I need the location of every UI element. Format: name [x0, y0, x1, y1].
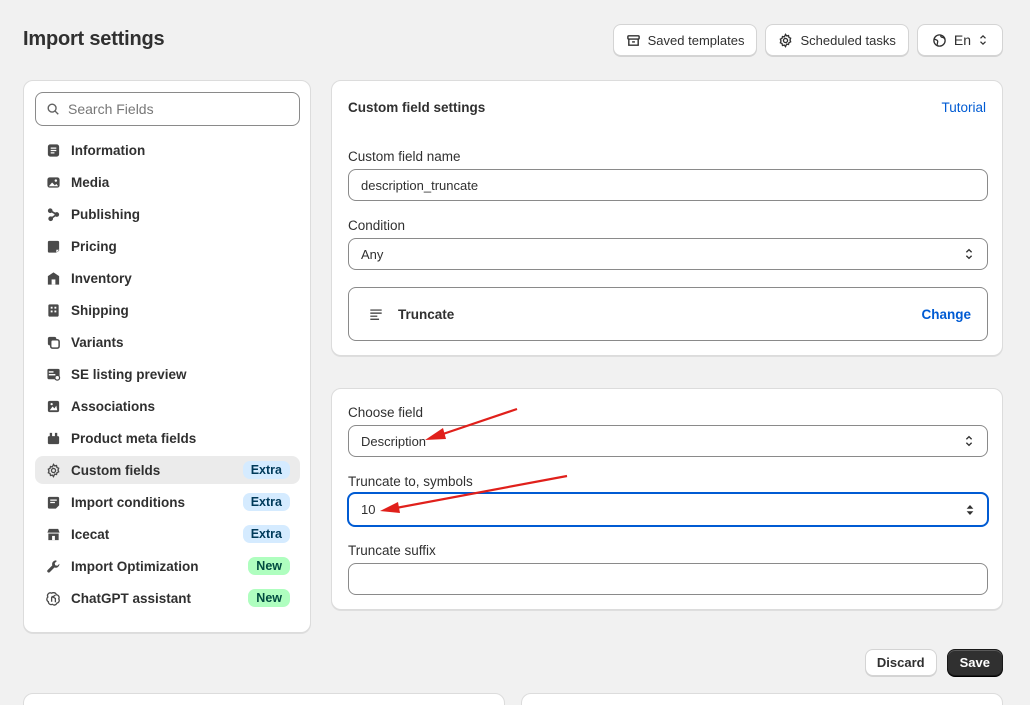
chevron-updown-icon	[965, 248, 973, 260]
language-select[interactable]: En	[916, 24, 1003, 56]
sidebar-item-se-listing-preview[interactable]: SE listing preview	[35, 360, 300, 388]
sidebar-nav: Information Media Publishing Pricing Inv…	[35, 136, 300, 616]
text-align-icon	[370, 309, 382, 320]
gear-icon	[45, 462, 61, 478]
custom-field-name-input[interactable]: description_truncate	[348, 169, 988, 201]
truncate-to-value: 10	[361, 502, 376, 517]
sidebar-item-media[interactable]: Media	[35, 168, 300, 196]
sidebar-item-import-conditions[interactable]: Import conditions Extra	[35, 488, 300, 516]
form-actions: Discard Save	[864, 649, 1003, 676]
truncate-to-label: Truncate to, symbols	[348, 474, 473, 489]
meta-fields-icon	[45, 430, 61, 446]
sidebar-item-import-optimization[interactable]: Import Optimization New	[35, 552, 300, 580]
change-link[interactable]: Change	[921, 307, 971, 322]
tutorial-link[interactable]: Tutorial	[941, 100, 986, 115]
choose-field-value: Description	[361, 433, 427, 449]
gear-icon	[779, 32, 792, 48]
stepper-icon[interactable]	[965, 503, 975, 517]
publishing-icon	[45, 206, 61, 222]
archive-icon	[626, 34, 640, 46]
custom-field-name-label: Custom field name	[348, 149, 461, 164]
sidebar-item-variants[interactable]: Variants	[35, 328, 300, 356]
icecat-icon	[45, 526, 61, 542]
media-icon	[45, 174, 61, 190]
condition-value: Any	[361, 246, 384, 262]
sidebar-item-shipping[interactable]: Shipping	[35, 296, 300, 324]
variants-icon	[45, 334, 61, 350]
shipping-icon	[45, 302, 61, 318]
truncate-suffix-input[interactable]	[348, 563, 988, 595]
sidebar-item-custom-fields[interactable]: Custom fields Extra	[35, 456, 300, 484]
globe-icon	[933, 33, 946, 47]
information-icon	[45, 142, 61, 158]
truncate-action-box: Truncate Change	[348, 287, 988, 341]
scheduled-tasks-label: Scheduled tasks	[800, 32, 896, 48]
custom-field-settings-card: Custom field settings Tutorial Custom fi…	[331, 80, 1003, 356]
action-name: Truncate	[398, 306, 455, 322]
header-actions: Saved templates Scheduled tasks En	[612, 24, 1003, 56]
inventory-icon	[45, 270, 61, 286]
fields-sidebar: Information Media Publishing Pricing Inv…	[23, 80, 311, 633]
se-listing-icon	[45, 366, 61, 382]
condition-label: Condition	[348, 218, 406, 233]
search-input[interactable]	[68, 101, 288, 117]
import-conditions-icon	[45, 494, 61, 510]
saved-templates-label: Saved templates	[647, 32, 745, 48]
new-badge: New	[248, 557, 290, 575]
search-icon	[47, 103, 59, 115]
extra-badge: Extra	[242, 525, 290, 543]
sidebar-item-product-meta-fields[interactable]: Product meta fields	[35, 424, 300, 452]
sidebar-item-publishing[interactable]: Publishing	[35, 200, 300, 228]
truncate-suffix-label: Truncate suffix	[348, 543, 436, 558]
search-field[interactable]	[35, 92, 300, 126]
saved-templates-button[interactable]: Saved templates	[612, 24, 758, 56]
language-label: En	[953, 32, 971, 48]
bottom-card-right	[521, 693, 1003, 705]
discard-button[interactable]: Discard	[864, 649, 937, 676]
chevron-updown-icon	[980, 34, 986, 46]
sidebar-item-information[interactable]: Information	[35, 136, 300, 164]
scheduled-tasks-button[interactable]: Scheduled tasks	[765, 24, 909, 56]
pricing-icon	[45, 238, 61, 254]
chevron-updown-icon	[965, 435, 973, 447]
associations-icon	[45, 398, 61, 414]
truncate-settings-card: Choose field Description Truncate to, sy…	[331, 388, 1003, 610]
choose-field-label: Choose field	[348, 405, 424, 420]
sidebar-item-pricing[interactable]: Pricing	[35, 232, 300, 260]
sidebar-item-icecat[interactable]: Icecat Extra	[35, 520, 300, 548]
page-title: Import settings	[23, 28, 165, 50]
truncate-to-input[interactable]: 10	[347, 492, 989, 527]
condition-select[interactable]: Any	[348, 238, 988, 270]
sidebar-item-associations[interactable]: Associations	[35, 392, 300, 420]
sidebar-item-chatgpt-assistant[interactable]: ChatGPT assistant New	[35, 584, 300, 612]
custom-field-name-value: description_truncate	[361, 177, 479, 193]
extra-badge: Extra	[242, 461, 290, 479]
extra-badge: Extra	[242, 493, 290, 511]
chatgpt-icon	[45, 590, 61, 606]
save-button[interactable]: Save	[946, 649, 1003, 676]
wrench-icon	[45, 558, 61, 574]
card-title: Custom field settings	[348, 100, 486, 115]
bottom-card-left	[23, 693, 505, 705]
new-badge: New	[248, 589, 290, 607]
sidebar-item-inventory[interactable]: Inventory	[35, 264, 300, 292]
choose-field-select[interactable]: Description	[348, 425, 988, 457]
